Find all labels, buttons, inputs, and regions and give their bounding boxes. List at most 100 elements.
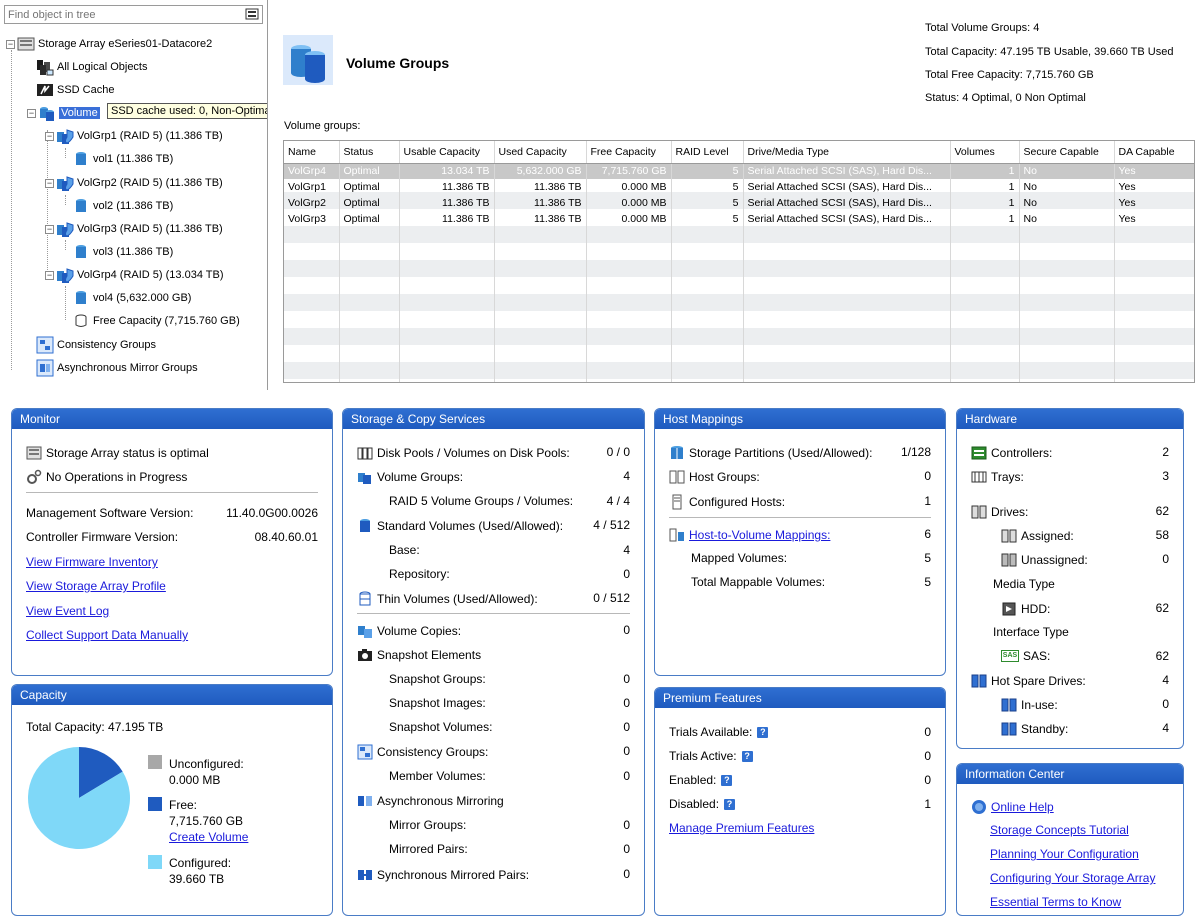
table-row[interactable]: VolGrp2 Optimal 11.386 TB 11.386 TB 0.00… <box>284 195 1194 211</box>
column-header[interactable]: Volumes <box>950 141 1020 164</box>
tree-item-label: vol4 (5,632.000 GB) <box>93 292 192 304</box>
volume-groups-row: Volume Groups: <box>357 469 463 485</box>
row-label: Snapshot Elements <box>377 648 482 662</box>
capacity-pie-chart <box>27 747 130 849</box>
tree-find-icon[interactable] <box>245 7 259 21</box>
tree-item-vol1[interactable]: vol1 (11.386 TB) <box>72 149 173 169</box>
collapse-icon[interactable]: − <box>45 131 54 141</box>
column-header[interactable]: Free Capacity <box>586 141 672 164</box>
legend-swatch-configured <box>148 855 162 869</box>
tree-item-vol2[interactable]: vol2 (11.386 TB) <box>72 196 173 216</box>
collapse-icon[interactable]: − <box>45 178 54 188</box>
repository-label: Repository: <box>389 567 450 581</box>
tree-search-box[interactable] <box>4 5 263 24</box>
tree-item-label: vol2 (11.386 TB) <box>93 200 174 212</box>
row-label: Disabled: <box>669 797 720 811</box>
tree-root-array[interactable]: − Storage Array eSeries01-Datacore2 <box>6 34 212 54</box>
create-volume-link[interactable]: Create Volume <box>169 830 248 844</box>
row-label: Enabled: <box>669 773 717 787</box>
row-label: HDD: <box>1021 602 1051 616</box>
column-header[interactable]: Status <box>339 141 400 164</box>
tree-item-consistency-groups[interactable]: Consistency Groups <box>36 335 156 355</box>
mgmt-version-label: Management Software Version: <box>26 506 194 520</box>
storage-concepts-link[interactable]: Storage Concepts Tutorial <box>990 823 1129 837</box>
assigned-drive-icon <box>1001 529 1017 543</box>
mgmt-version-value: 11.40.0G00.0026 <box>226 506 318 520</box>
standby-value: 4 <box>1162 721 1169 735</box>
column-header[interactable]: Drive/Media Type <box>743 141 951 164</box>
summary-total-groups: Total Volume Groups: 4 <box>925 22 1040 34</box>
tree-item-ssd-cache[interactable]: SSD Cache <box>36 80 114 100</box>
volume-copies-value: 0 <box>623 623 630 637</box>
tree-item-volgrp3[interactable]: − VolGrp3 (RAID 5) (11.386 TB) <box>45 219 223 239</box>
thin-volumes-row: Thin Volumes (Used/Allowed): <box>357 591 538 607</box>
collapse-icon[interactable]: − <box>45 270 54 280</box>
thin-volume-icon <box>359 591 371 606</box>
help-icon[interactable]: ? <box>724 798 736 810</box>
manage-premium-features-link[interactable]: Manage Premium Features <box>669 821 814 835</box>
table-cell: Optimal <box>339 179 400 195</box>
disk-pools-row: Disk Pools / Volumes on Disk Pools: <box>357 445 570 461</box>
column-header[interactable]: DA Capable <box>1114 141 1194 164</box>
row-label: Standard Volumes (Used/Allowed): <box>377 519 564 533</box>
storage-array-icon <box>17 37 35 51</box>
help-icon[interactable]: ? <box>757 726 769 738</box>
table-cell: 5 <box>671 163 744 179</box>
collapse-icon[interactable]: − <box>6 39 15 49</box>
tree-item-volgrp2[interactable]: − VolGrp2 (RAID 5) (11.386 TB) <box>45 173 223 193</box>
column-header[interactable]: Secure Capable <box>1019 141 1115 164</box>
row-label: Trials Available: <box>669 725 753 739</box>
help-icon[interactable]: ? <box>721 774 733 786</box>
volume-icon <box>76 199 86 212</box>
total-mappable-value: 5 <box>924 575 931 589</box>
view-event-log-link[interactable]: View Event Log <box>26 604 109 618</box>
host-mappings-panel: Host Mappings Storage Partitions (Used/A… <box>654 408 946 676</box>
volume-group-icon <box>57 176 74 191</box>
collect-support-data-link[interactable]: Collect Support Data Manually <box>26 628 188 642</box>
tree-item-vol4[interactable]: vol4 (5,632.000 GB) <box>72 288 191 308</box>
tree-item-volgrp4[interactable]: − VolGrp4 (RAID 5) (13.034 TB) <box>45 265 224 285</box>
volume-groups-table[interactable]: Name Status Usable Capacity Used Capacit… <box>283 140 1195 383</box>
trials-active-row: Trials Active: ? <box>669 749 753 763</box>
table-cell: 5,632.000 GB <box>494 163 587 179</box>
online-help-link[interactable]: Online Help <box>991 800 1054 814</box>
table-row[interactable]: VolGrp4 Optimal 13.034 TB 5,632.000 GB 7… <box>284 163 1194 179</box>
trials-active-value: 0 <box>924 749 931 763</box>
hot-spare-value: 4 <box>1162 673 1169 687</box>
view-firmware-inventory-link[interactable]: View Firmware Inventory <box>26 555 158 569</box>
collapse-icon[interactable]: − <box>45 224 54 234</box>
help-icon[interactable]: ? <box>741 750 753 762</box>
host-icon <box>672 494 682 510</box>
mirror-group-icon <box>36 359 54 377</box>
table-row[interactable]: VolGrp3 Optimal 11.386 TB 11.386 TB 0.00… <box>284 211 1194 227</box>
view-array-profile-link[interactable]: View Storage Array Profile <box>26 579 166 593</box>
legend-swatch-free <box>148 797 162 811</box>
divider <box>669 517 931 518</box>
collapse-icon[interactable]: − <box>27 108 36 118</box>
host-volume-mappings-value: 6 <box>924 527 931 541</box>
tree-search-input[interactable] <box>5 8 235 21</box>
member-volumes-label: Member Volumes: <box>389 769 486 783</box>
summary-status: Status: 4 Optimal, 0 Non Optimal <box>925 92 1086 104</box>
volume-copy-icon <box>358 626 372 638</box>
tree-item-vol3[interactable]: vol3 (11.386 TB) <box>72 242 173 262</box>
mapped-volumes-label: Mapped Volumes: <box>691 551 788 565</box>
tree-item-volume-groups[interactable]: − Volume <box>27 103 100 123</box>
tree-item-volgrp1[interactable]: − VolGrp1 (RAID 5) (11.386 TB) <box>45 126 223 146</box>
host-volume-mappings-link[interactable]: Host-to-Volume Mappings: <box>689 528 830 542</box>
planning-configuration-link[interactable]: Planning Your Configuration <box>990 847 1139 861</box>
table-cell: 1 <box>950 163 1020 179</box>
tree-item-free-capacity[interactable]: Free Capacity (7,715.760 GB) <box>72 311 240 331</box>
essential-terms-link[interactable]: Essential Terms to Know <box>990 895 1121 909</box>
assigned-value: 58 <box>1155 528 1169 542</box>
column-header[interactable]: Used Capacity <box>494 141 587 164</box>
tree-item-all-logical[interactable]: All Logical Objects <box>36 57 148 77</box>
table-row[interactable]: VolGrp1 Optimal 11.386 TB 11.386 TB 0.00… <box>284 179 1194 195</box>
column-header[interactable]: Name <box>284 141 340 164</box>
column-header[interactable]: RAID Level <box>671 141 744 164</box>
volume-group-icon <box>40 107 54 121</box>
tree-item-async-mirror-groups[interactable]: Asynchronous Mirror Groups <box>36 358 198 378</box>
legend-free-value: 7,715.760 GB <box>169 814 244 828</box>
column-header[interactable]: Usable Capacity <box>399 141 495 164</box>
configuring-array-link[interactable]: Configuring Your Storage Array <box>990 871 1155 885</box>
